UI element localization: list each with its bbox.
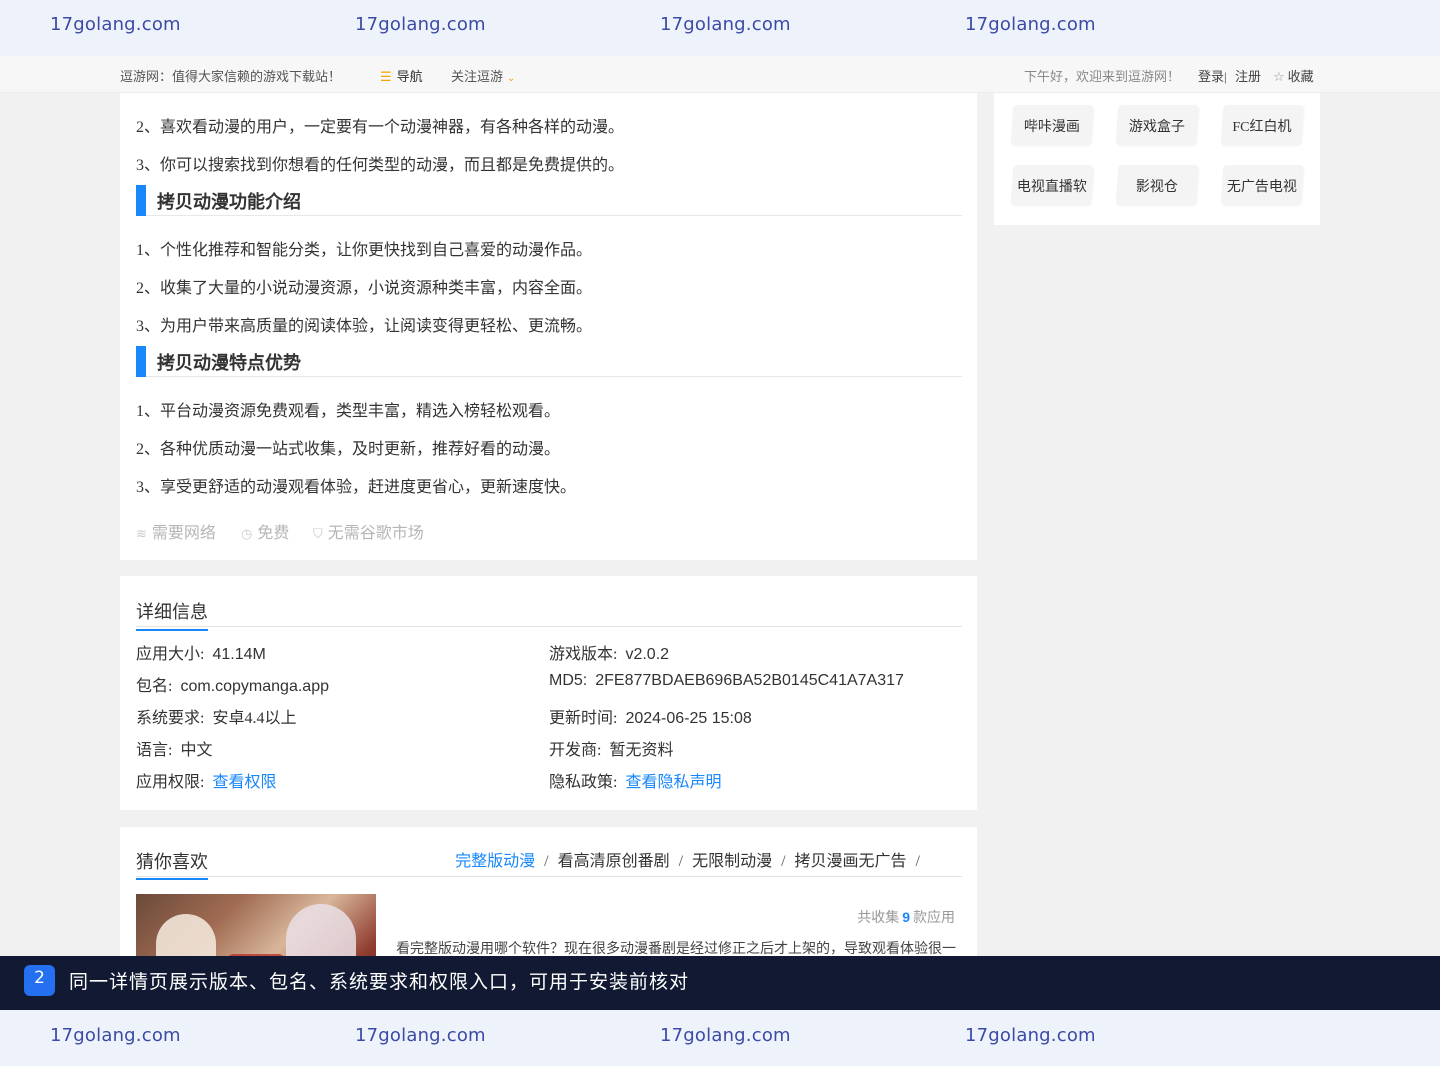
detail-info-panel: 详细信息 应用大小: 41.14M 游戏版本: v2.0.2 包名: com.copy… [120,576,977,810]
section-title: 拷贝动漫特点优势 [157,353,301,373]
detail-size: 应用大小: 41.14M [136,646,266,663]
tab-complete-anime[interactable]: 完整版动漫 [455,853,535,870]
heading-accent-bar [136,346,146,377]
detail-language: 语言: 中文 [136,742,213,759]
intro-line: 2、喜欢看动漫的用户，一定要有一个动漫神器，有各种各样的动漫。 [136,119,625,136]
follow-dropdown[interactable]: 关注逗游 ⌄ [451,66,515,85]
heading-accent-bar [136,185,146,216]
section-heading-advantages: 拷贝动漫特点优势 [136,346,962,377]
wifi-icon: ≋ [136,527,147,542]
tag-item[interactable]: 游戏盒子 [1115,105,1199,145]
watermark-text: 17golang.com [355,1025,486,1046]
chevron-down-icon: ⌄ [507,73,516,84]
top-nav-bar: 逗游网：值得大家信赖的游戏下载站！ ☰ 导航 关注逗游 ⌄ 下午好，欢迎来到逗游网！… [0,56,1440,93]
feature-free: ◷ 免费 [241,519,289,543]
login-link[interactable]: 登录| [1198,66,1227,85]
app-intro-panel: 2、喜欢看动漫的用户，一定要有一个动漫神器，有各种各样的动漫。 3、你可以搜索找… [120,93,977,560]
watermark-bar-bottom: 17golang.com 17golang.com 17golang.com 1… [0,1010,1440,1066]
detail-updated: 更新时间: 2024-06-25 15:08 [549,710,752,727]
nav-menu-button[interactable]: ☰ 导航 [380,66,423,85]
intro-line: 2、收集了大量的小说动漫资源，小说资源种类丰富，内容全面。 [136,280,593,297]
menu-icon: ☰ [380,70,392,85]
feature-label: 需要网络 [151,525,216,542]
tab-unlimited-anime[interactable]: 无限制动漫 [692,853,772,870]
detail-heading: 详细信息 [136,596,962,631]
nav-menu-label: 导航 [396,69,423,84]
intro-line: 3、你可以搜索找到你想看的任何类型的动漫，而且都是免费提供的。 [136,157,625,174]
related-tags-panel: 哔咔漫画 游戏盒子 FC红白机 电视直播软 影视仓 无广告电视 [994,93,1320,225]
site-slogan: 逗游网：值得大家信赖的游戏下载站！ [120,69,342,84]
detail-md5: MD5: 2FE877BDAEB696BA52B0145C41A7A317 [549,672,904,689]
intro-line: 3、享受更舒适的动漫观看体验，赶进度更省心，更新速度快。 [136,479,577,496]
feature-no-google: ⛉ 无需谷歌市场 [313,519,424,543]
view-permissions-link[interactable]: 查看权限 [212,774,276,791]
tab-hd-original[interactable]: 看高清原创番剧 [558,853,670,870]
intro-line: 2、各种优质动漫一站式收集，及时更新，推荐好看的动漫。 [136,441,561,458]
clock-icon: ◷ [241,527,253,542]
collection-description: 看完整版动漫用哪个软件？现在很多动漫番剧是经过修正之后才上架的，导致观看体验很一 [396,942,956,957]
step-number-badge: 2 [24,965,55,996]
feature-label: 免费 [257,525,290,542]
caption-banner: 2 同一详情页展示版本、包名、系统要求和权限入口，可用于安装前核对 [0,956,1440,1010]
view-privacy-link[interactable]: 查看隐私声明 [625,774,721,791]
register-link[interactable]: 注册 [1235,66,1261,85]
shield-icon: ⛉ [313,527,323,542]
intro-line: 3、为用户带来高质量的阅读体验，让阅读变得更轻松、更流畅。 [136,318,593,335]
tag-item[interactable]: 电视直播软 [1010,165,1094,205]
feature-network: ≋ 需要网络 [136,519,216,543]
detail-package: 包名: com.copymanga.app [136,678,329,695]
tag-item[interactable]: 哔咔漫画 [1010,105,1094,145]
favorite-link[interactable]: ☆ 收藏 [1273,66,1314,85]
section-heading-features: 拷贝动漫功能介绍 [136,185,962,216]
detail-version: 游戏版本: v2.0.2 [549,646,670,663]
tag-item[interactable]: 无广告电视 [1220,165,1304,205]
follow-label: 关注逗游 [451,69,504,84]
detail-title: 详细信息 [136,598,208,631]
detail-privacy: 隐私政策: 查看隐私声明 [549,774,722,791]
watermark-text: 17golang.com [50,14,181,35]
collection-count: 共收集 9 款应用 [857,909,955,926]
recommend-heading: 猜你喜欢 完整版动漫 / 看高清原创番剧 / 无限制动漫 / 拷贝漫画无广告 / [136,845,962,880]
favorite-label: 收藏 [1287,69,1314,84]
tag-item[interactable]: FC红白机 [1220,105,1304,145]
watermark-text: 17golang.com [660,14,791,35]
detail-permission: 应用权限: 查看权限 [136,774,277,791]
tab-copy-manga-no-ads[interactable]: 拷贝漫画无广告 [795,853,907,870]
section-title: 拷贝动漫功能介绍 [157,192,301,212]
tag-item[interactable]: 影视仓 [1115,165,1199,205]
watermark-text: 17golang.com [50,1025,181,1046]
recommend-tabs: 完整版动漫 / 看高清原创番剧 / 无限制动漫 / 拷贝漫画无广告 / [455,853,920,870]
watermark-text: 17golang.com [965,14,1096,35]
watermark-bar-top: 17golang.com 17golang.com 17golang.com 1… [0,0,1440,56]
watermark-text: 17golang.com [965,1025,1096,1046]
intro-line: 1、平台动漫资源免费观看，类型丰富，精选入榜轻松观看。 [136,403,561,420]
greeting-text: 下午好，欢迎来到逗游网！ [1024,69,1181,84]
intro-line: 1、个性化推荐和智能分类，让你更快找到自己喜爱的动漫作品。 [136,242,593,259]
detail-system: 系统要求: 安卓4.4以上 [136,710,297,727]
recommend-title: 猜你喜欢 [136,848,208,880]
watermark-text: 17golang.com [660,1025,791,1046]
detail-developer: 开发商: 暂无资料 [549,742,674,759]
watermark-text: 17golang.com [355,14,486,35]
caption-text: 同一详情页展示版本、包名、系统要求和权限入口，可用于安装前核对 [69,971,690,993]
feature-label: 无需谷歌市场 [327,525,424,542]
star-icon: ☆ [1273,70,1285,85]
